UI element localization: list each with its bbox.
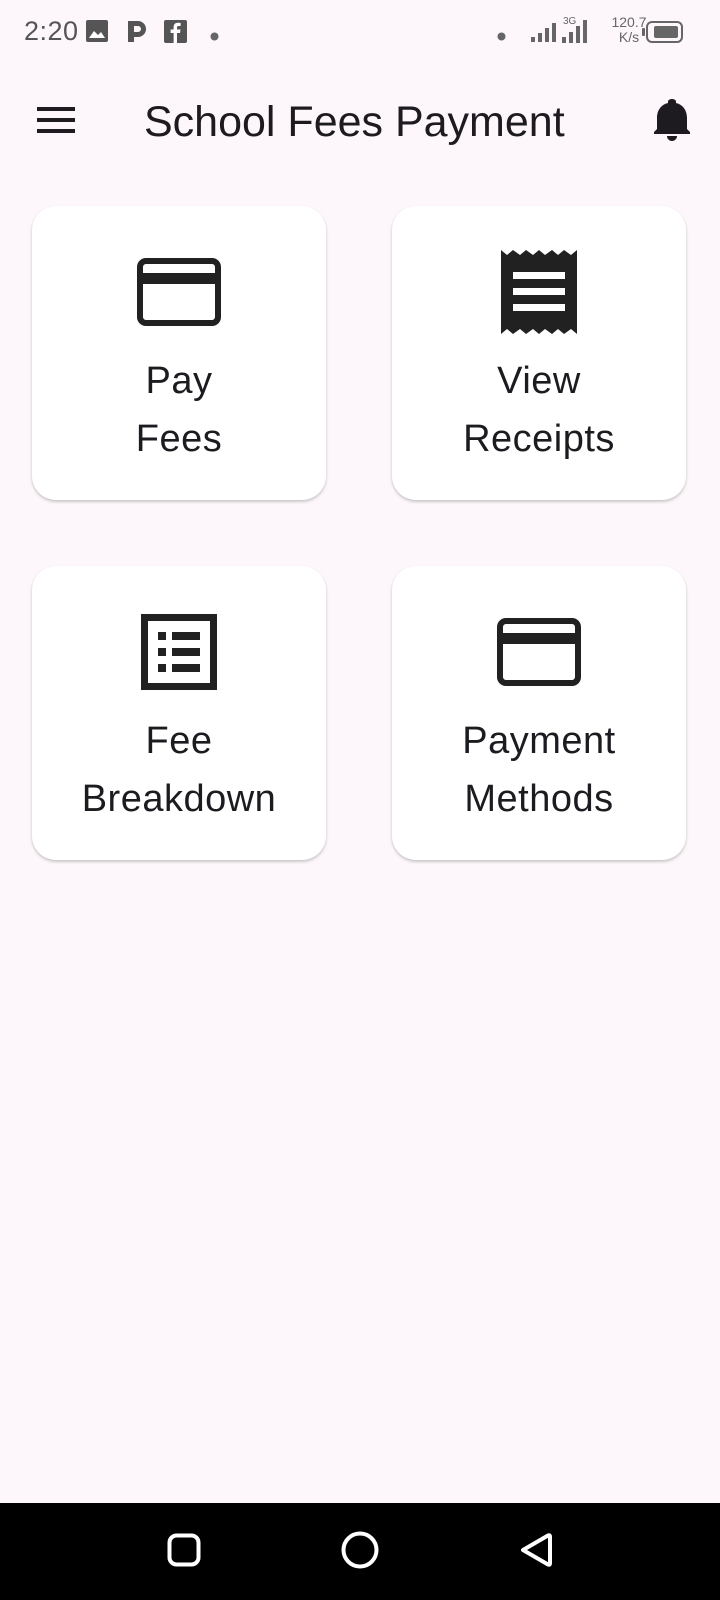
home-button[interactable]: [333, 1525, 387, 1579]
facebook-icon: [164, 20, 187, 48]
pay-fees-card[interactable]: Pay Fees: [32, 206, 326, 500]
recents-button[interactable]: [157, 1525, 211, 1579]
battery-icon: [642, 21, 684, 48]
card-label-line1: Payment: [462, 720, 616, 762]
parking-app-icon: [126, 19, 148, 48]
signal-icon: [531, 22, 557, 47]
payment-methods-card[interactable]: Payment Methods: [392, 566, 686, 860]
card-label: View Receipts: [463, 352, 615, 468]
credit-card-icon: [493, 606, 585, 698]
notifications-button[interactable]: [644, 94, 700, 150]
dot-icon: [497, 28, 506, 46]
page-title: School Fees Payment: [144, 98, 565, 146]
status-bar: 2:20 3G 120.7 K/s: [0, 0, 720, 64]
home-circle-icon: [341, 1531, 379, 1574]
list-icon: [133, 606, 225, 698]
signal-3g-icon: 3G: [562, 15, 592, 48]
receipt-icon: [493, 246, 585, 338]
fee-breakdown-card[interactable]: Fee Breakdown: [32, 566, 326, 860]
system-nav-bar: [0, 1503, 720, 1600]
card-label-line1: View: [497, 360, 581, 402]
notification-dot-icon: [210, 28, 219, 46]
card-label-line1: Pay: [145, 360, 213, 402]
gallery-icon: [86, 20, 108, 47]
card-label-line1: Fee: [145, 720, 213, 762]
bell-icon: [654, 98, 690, 146]
status-time: 2:20: [24, 16, 79, 46]
credit-card-icon: [133, 246, 225, 338]
card-label: Fee Breakdown: [82, 712, 277, 828]
recents-square-icon: [167, 1533, 201, 1572]
card-label-line2: Breakdown: [81, 778, 277, 820]
svg-text:3G: 3G: [563, 16, 577, 27]
card-label: Payment Methods: [462, 712, 615, 828]
menu-icon: [37, 106, 75, 138]
card-label: Pay Fees: [136, 352, 222, 468]
card-label-line2: Fees: [135, 418, 223, 460]
app-bar: School Fees Payment: [0, 64, 720, 176]
screen: 2:20 3G 120.7 K/s School Fees Payment Pa…: [0, 0, 720, 1600]
back-button[interactable]: [509, 1525, 563, 1579]
view-receipts-card[interactable]: View Receipts: [392, 206, 686, 500]
menu-button[interactable]: [28, 94, 84, 150]
card-label-line2: Methods: [464, 778, 614, 820]
back-triangle-icon: [519, 1532, 553, 1573]
card-label-line2: Receipts: [463, 418, 615, 460]
